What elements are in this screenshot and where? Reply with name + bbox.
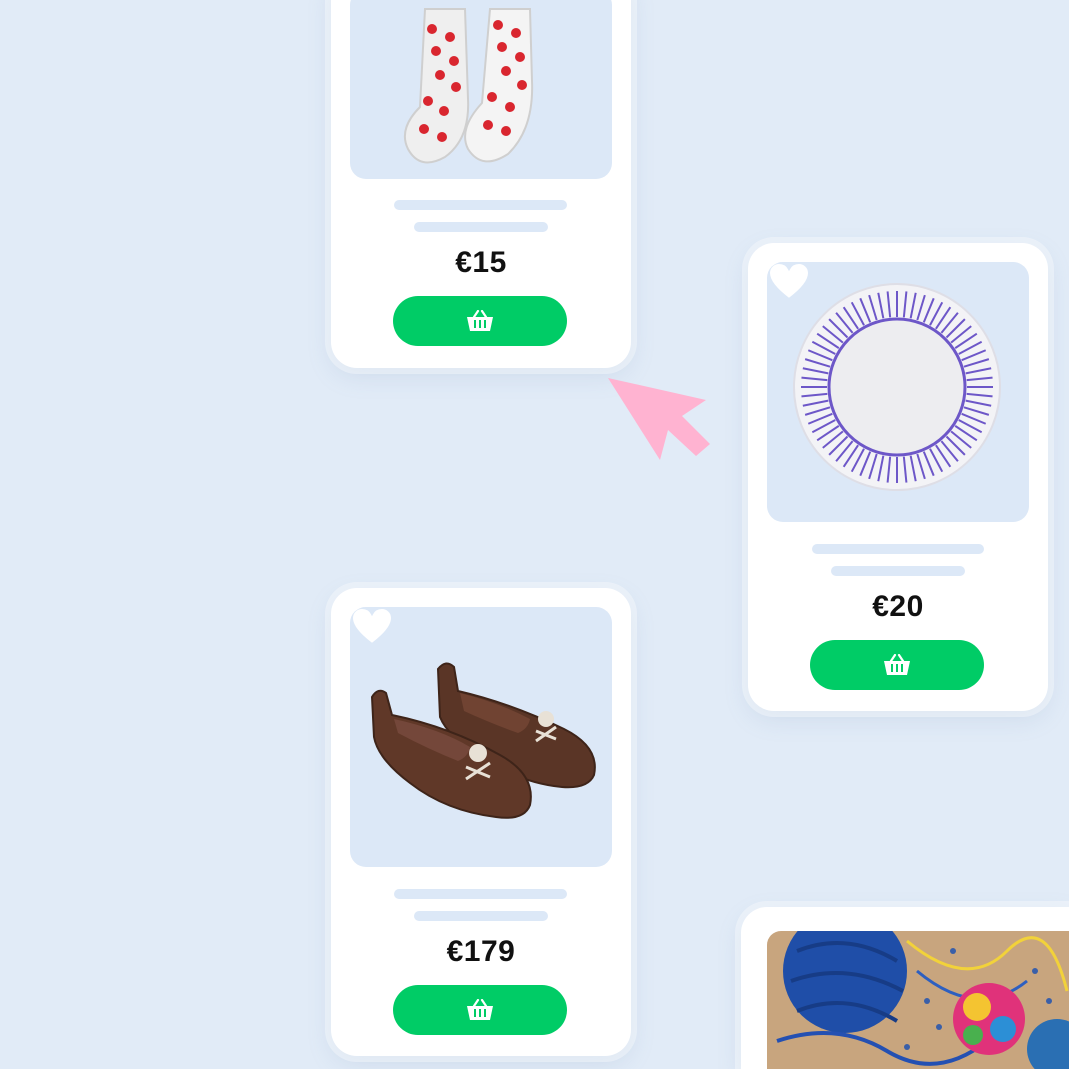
subtitle-placeholder (414, 911, 548, 921)
heart-icon[interactable] (350, 607, 394, 647)
add-to-cart-button[interactable] (810, 640, 984, 690)
product-image-loafers[interactable] (350, 607, 612, 867)
add-to-cart-button[interactable] (393, 985, 567, 1035)
cursor-arrow-icon (608, 378, 710, 460)
title-placeholder (812, 544, 984, 554)
heart-icon[interactable] (767, 262, 811, 302)
product-card-socks[interactable]: €15 (331, 0, 631, 368)
price-label: €179 (446, 935, 516, 968)
title-placeholder (394, 889, 567, 899)
price-label: €15 (455, 246, 507, 279)
subtitle-placeholder (831, 566, 965, 576)
product-card-loafers[interactable]: €179 (331, 588, 631, 1056)
product-image-socks[interactable] (350, 0, 612, 179)
add-to-cart-button[interactable] (393, 296, 567, 346)
price-label: €20 (872, 590, 924, 623)
product-card-yarn[interactable] (741, 907, 1069, 1069)
product-image-plate[interactable] (767, 262, 1029, 522)
product-card-plate[interactable]: €20 (748, 243, 1048, 711)
basket-icon (467, 310, 493, 331)
subtitle-placeholder (414, 222, 548, 232)
title-placeholder (394, 200, 567, 210)
basket-icon (467, 999, 493, 1020)
basket-icon (884, 654, 910, 675)
product-image-yarn[interactable] (767, 931, 1069, 1069)
